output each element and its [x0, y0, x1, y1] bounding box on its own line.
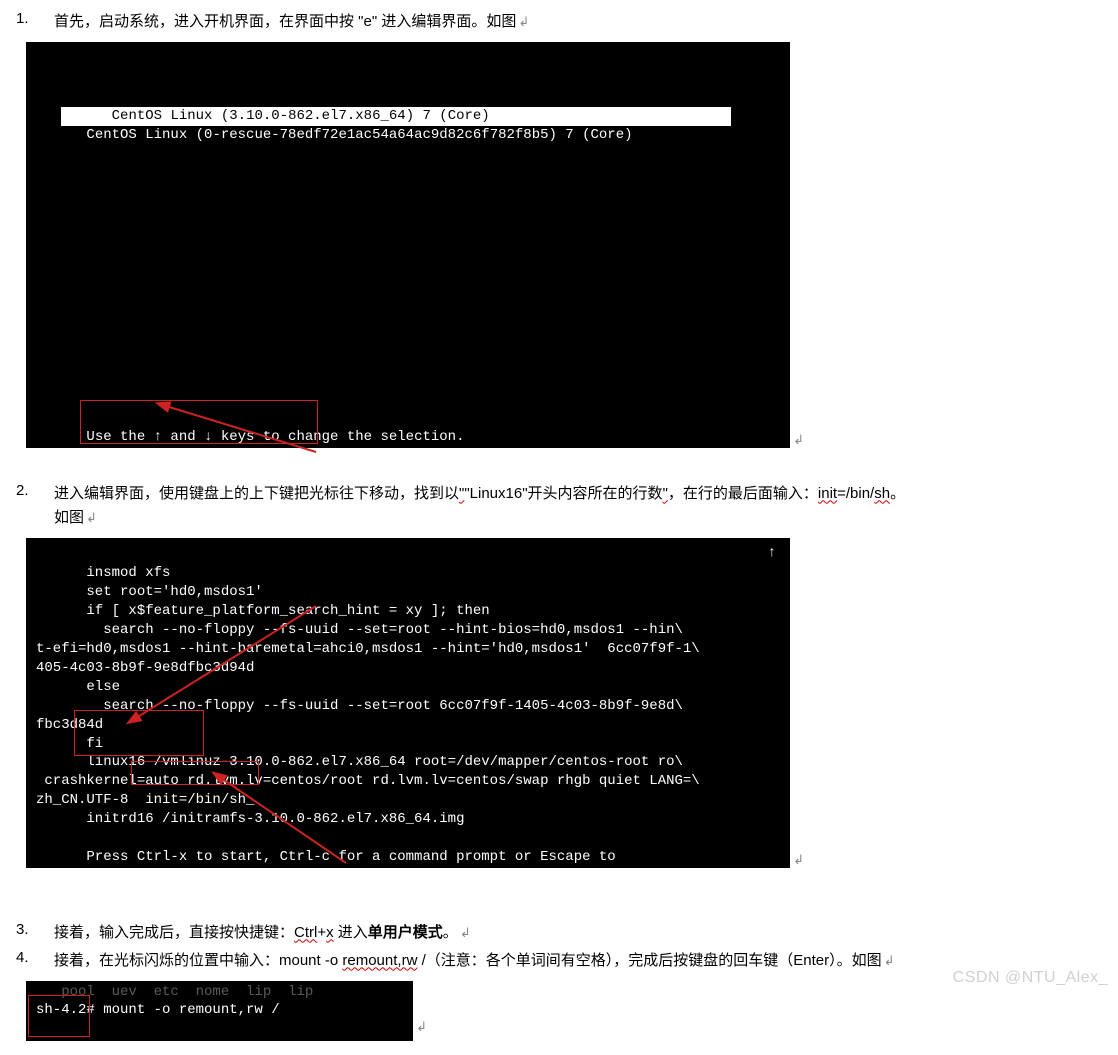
l: fbc3d84d	[36, 717, 103, 733]
t: =/bin/	[837, 485, 874, 502]
l: else	[36, 679, 120, 695]
screenshot-2: ↑ insmod xfs set root='hd0,msdos1' if [ …	[26, 538, 790, 868]
l: discard edits and return to the menu. Pr…	[36, 868, 557, 884]
step-1-text: 首先，启动系统，进入开机界面，在界面中按 "e" 进入编辑界面。如图	[54, 13, 516, 30]
step-3: 3. 接着，输入完成后，直接按快捷键：Ctrl+x 进入单用户模式。↲	[8, 921, 1110, 945]
t: 。	[890, 485, 905, 502]
l: initrd16 /initramfs-3.10.0-862.el7.x86_6…	[36, 811, 464, 827]
grub-entry-selected: CentOS Linux (3.10.0-862.el7.x86_64) 7 (…	[61, 107, 731, 126]
blank	[36, 70, 44, 86]
step-text: 进入编辑界面，使用键盘上的上下键把光标往下移动，找到以""Linux16"开头内…	[54, 482, 1110, 530]
l: search --no-floppy --fs-uuid --set=root …	[36, 698, 683, 714]
return-mark: ↲	[86, 510, 97, 525]
return-mark: ↲	[793, 432, 804, 448]
return-mark: ↲	[884, 953, 895, 968]
pad	[61, 108, 111, 124]
return-mark: ↲	[793, 852, 804, 868]
l: Press Ctrl-x to start, Ctrl-c for a comm…	[36, 849, 616, 865]
t-bold: 单用户模式	[368, 924, 443, 941]
screenshot-3: pool uev etc nome lip lip sh-4.2# mount …	[26, 981, 413, 1041]
return-mark: ↲	[416, 1019, 427, 1035]
l: t-efi=hd0,msdos1 --hint-baremetal=ahci0,…	[36, 641, 700, 657]
screenshot-3-wrap: pool uev etc nome lip lip sh-4.2# mount …	[26, 981, 413, 1041]
step-text: 接着，输入完成后，直接按快捷键：Ctrl+x 进入单用户模式。↲	[54, 921, 1110, 945]
grub-line-1: CentOS Linux (3.10.0-862.el7.x86_64) 7 (…	[112, 108, 490, 124]
scroll-up-icon: ↑	[768, 544, 776, 563]
step-text: 接着，在光标闪烁的位置中输入：mount -o remount,rw /（注意：…	[54, 949, 1110, 973]
l: crashkernel=auto rd.lvm.lv=centos/root r…	[36, 773, 700, 789]
l: fi	[36, 736, 103, 752]
t: ，在行的最后面输入：	[668, 485, 818, 502]
t: 接着，在光标闪烁的位置中输入：mount -o	[54, 952, 342, 969]
sq: Ctrl	[294, 924, 317, 941]
l: insmod xfs	[36, 565, 170, 581]
screenshot-1: CentOS Linux (3.10.0-862.el7.x86_64) 7 (…	[26, 42, 790, 448]
step-2: 2. 进入编辑界面，使用键盘上的上下键把光标往下移动，找到以""Linux16"…	[8, 482, 1110, 530]
return-mark: ↲	[460, 925, 471, 940]
step-text: 首先，启动系统，进入开机界面，在界面中按 "e" 进入编辑界面。如图↲	[54, 10, 1110, 34]
sq: init	[818, 485, 837, 502]
l: if [ x$feature_platform_search_hint = xy…	[36, 603, 490, 619]
step-number: 1.	[8, 10, 54, 27]
l: zh_CN.UTF-8 init=/bin/sh_	[36, 792, 254, 808]
screenshot-2-wrap: ↑ insmod xfs set root='hd0,msdos1' if [ …	[26, 538, 790, 868]
t: +	[317, 924, 326, 941]
step-number: 4.	[8, 949, 54, 966]
t: 如图	[54, 509, 84, 526]
sq: remount,rw	[342, 952, 417, 969]
l: 405-4c03-8b9f-9e8dfbc3d94d	[36, 660, 254, 676]
l: linux16 /vmlinuz-3.10.0-862.el7.x86_64 r…	[36, 754, 683, 770]
watermark: CSDN @NTU_Alex_	[953, 969, 1108, 987]
sq: x	[326, 924, 334, 941]
l: sh-4.2# mount -o remount,rw /	[36, 1002, 280, 1018]
pad	[36, 127, 86, 143]
l: set root='hd0,msdos1'	[36, 584, 263, 600]
grub-hint-1: Use the ↑ and ↓ keys to change the selec…	[86, 429, 464, 445]
screenshot-1-wrap: CentOS Linux (3.10.0-862.el7.x86_64) 7 (…	[26, 42, 790, 448]
grub-line-2: CentOS Linux (0-rescue-78edf72e1ac54a64a…	[86, 127, 632, 143]
l: possible completions.	[36, 887, 263, 903]
pad	[36, 448, 86, 464]
t: "Linux16"	[464, 485, 527, 502]
l: search --no-floppy --fs-uuid --set=root …	[36, 622, 683, 638]
t: 接着，输入完成后，直接按快捷键：	[54, 924, 294, 941]
sq: sh	[874, 485, 890, 502]
t: 进入	[334, 924, 368, 941]
pad	[36, 429, 86, 445]
return-mark: ↲	[518, 14, 529, 29]
t: 开头内容所在的行数	[528, 485, 663, 502]
t: 。	[443, 924, 458, 941]
blank	[36, 89, 44, 105]
t: 进入编辑界面，使用键盘上的上下键把光标往下移动，找到以	[54, 485, 459, 502]
step-4: 4. 接着，在光标闪烁的位置中输入：mount -o remount,rw /（…	[8, 949, 1110, 973]
step-1: 1. 首先，启动系统，进入开机界面，在界面中按 "e" 进入编辑界面。如图↲	[8, 10, 1110, 34]
grub-hint-2: Press 'e' to edit the selected item, or …	[86, 448, 632, 464]
t: /（注意：各个单词间有空格），完成后按键盘的回车键（Enter）。如图	[417, 952, 881, 969]
l: pool uev etc nome lip lip	[36, 984, 313, 1000]
